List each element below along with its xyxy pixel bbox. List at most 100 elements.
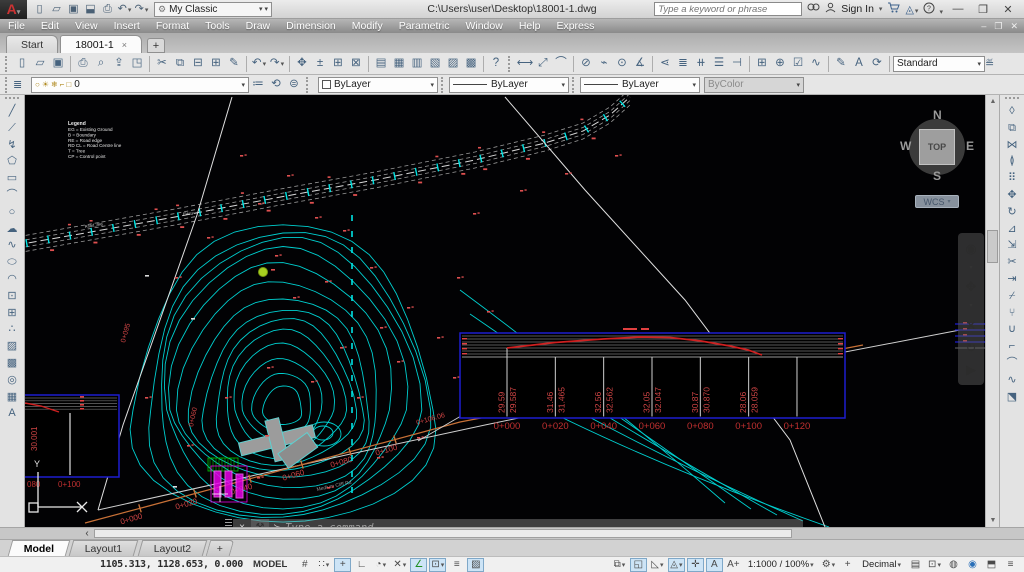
steering-wheel-icon[interactable]: ◉ xyxy=(965,242,976,255)
make-block-icon[interactable]: ⊞ xyxy=(3,305,22,322)
join-icon[interactable]: ∪ xyxy=(1003,321,1022,338)
quickcalc-icon[interactable]: ▩ xyxy=(462,55,480,72)
array-icon[interactable]: ⠿ xyxy=(1003,170,1022,187)
color-select[interactable]: ByLayer ▾ xyxy=(318,76,438,93)
scroll-up-icon[interactable]: ▲ xyxy=(986,95,1000,108)
insert-block-icon[interactable]: ⊡ xyxy=(3,288,22,305)
annotation-autoscale-icon[interactable]: A+ xyxy=(725,558,742,572)
scroll-left-icon[interactable]: ‹ xyxy=(80,528,94,539)
dim-jogged-icon[interactable]: ⌁ xyxy=(595,55,613,72)
dim-style-select[interactable]: Standard ▾ xyxy=(893,55,985,72)
vertical-scrollbar[interactable]: ▲ ▼ xyxy=(985,95,999,527)
revision-cloud-icon[interactable]: ☁ xyxy=(3,221,22,238)
clean-screen-icon[interactable]: ⬒ xyxy=(983,558,1000,572)
circle-icon[interactable]: ○ xyxy=(3,204,22,221)
break-at-point-icon[interactable]: ⌿ xyxy=(1003,288,1022,305)
linetype-select[interactable]: ByLayer ▾ xyxy=(449,76,569,93)
offset-icon[interactable]: ≬ xyxy=(1003,153,1022,170)
app-logo[interactable]: A▾ xyxy=(0,0,27,19)
tab-model[interactable]: Model xyxy=(7,540,71,556)
doc-minimize-button[interactable]: ‒ xyxy=(981,21,986,32)
layer-states-icon[interactable]: ⊜ xyxy=(285,76,303,93)
save-icon[interactable]: ▣ xyxy=(49,55,67,72)
menu-modify[interactable]: Modify xyxy=(344,20,391,32)
mtext-icon[interactable]: A xyxy=(3,405,22,422)
3d-object-snap-icon[interactable]: ◱ xyxy=(629,557,647,572)
close-button[interactable]: ✕ xyxy=(998,3,1018,16)
arc-icon[interactable]: ⌒ xyxy=(3,187,22,204)
trim-icon[interactable]: ✂ xyxy=(1003,254,1022,271)
tab-drawing[interactable]: 18001-1 × xyxy=(60,35,142,53)
match-properties-icon[interactable]: ✎ xyxy=(225,55,243,72)
plot-icon[interactable]: ⎙ xyxy=(74,55,92,72)
menu-view[interactable]: View xyxy=(67,20,106,32)
command-grip[interactable] xyxy=(225,519,232,527)
line-icon[interactable]: ╱ xyxy=(3,103,22,120)
chamfer-icon[interactable]: ⌐ xyxy=(1003,338,1022,355)
properties-icon[interactable]: ▤ xyxy=(372,55,390,72)
workspace-switching-icon[interactable]: ⚙ xyxy=(820,558,837,572)
menu-edit[interactable]: Edit xyxy=(33,20,67,32)
tab-start[interactable]: Start xyxy=(6,35,59,53)
tool-palettes-icon[interactable]: ▥ xyxy=(408,55,426,72)
dim-quick-icon[interactable]: ⋖ xyxy=(656,55,674,72)
menu-tools[interactable]: Tools xyxy=(197,20,238,32)
redo-icon[interactable]: ↷ xyxy=(268,55,286,72)
plot-icon[interactable]: ⎙ xyxy=(99,2,116,17)
wcs-button[interactable]: WCS xyxy=(915,195,959,208)
copy-icon[interactable]: ⧉ xyxy=(1003,120,1022,137)
undo-icon[interactable]: ↶ xyxy=(250,55,268,72)
command-close-icon[interactable]: × xyxy=(233,519,251,527)
dynamic-input-icon[interactable]: + xyxy=(334,557,352,572)
doc-restore-button[interactable]: ❐ xyxy=(994,21,1002,32)
viewcube-south[interactable]: S xyxy=(933,169,941,183)
horizontal-scrollbar[interactable]: ‹ xyxy=(0,527,1024,539)
dim-edit-icon[interactable]: ✎ xyxy=(832,55,850,72)
qnew-icon[interactable]: ▯ xyxy=(13,55,31,72)
gizmo-icon[interactable]: ✛ xyxy=(686,557,704,572)
dim-text-edit-icon[interactable]: A xyxy=(850,55,868,72)
explode-icon[interactable]: ⬔ xyxy=(1003,389,1022,406)
polyline-icon[interactable]: ↯ xyxy=(3,137,22,154)
minimize-button[interactable]: — xyxy=(948,3,968,15)
showmotion-icon[interactable]: ▶ xyxy=(966,363,976,376)
orbit-icon[interactable]: ↻ xyxy=(966,341,977,354)
tab-layout2[interactable]: Layout2 xyxy=(137,540,208,556)
menu-parametric[interactable]: Parametric xyxy=(391,20,458,32)
fillet-icon[interactable]: ⌒ xyxy=(1003,355,1022,372)
dim-jogline-icon[interactable]: ∿ xyxy=(807,55,825,72)
layer-properties-icon[interactable]: ≣ xyxy=(13,78,31,91)
dim-diameter-icon[interactable]: ⊙ xyxy=(613,55,631,72)
dim-angular-icon[interactable]: ∡ xyxy=(631,55,649,72)
viewcube-top-face[interactable]: TOP xyxy=(919,129,955,165)
table-icon[interactable]: ▦ xyxy=(3,389,22,406)
paste-icon[interactable]: ⊟ xyxy=(189,55,207,72)
workspace-select[interactable]: ⚙ My Classic ▾ ▾ xyxy=(154,1,272,17)
sign-in-caret-icon[interactable]: ▾ xyxy=(879,5,883,13)
etransmit-icon[interactable]: ◳ xyxy=(128,55,146,72)
a360-icon[interactable]: ◬ xyxy=(905,3,918,16)
help-icon[interactable]: ? xyxy=(487,55,505,72)
menu-express[interactable]: Express xyxy=(548,20,602,32)
units-label[interactable]: Decimal xyxy=(858,558,905,572)
lock-ui-icon[interactable]: ⊡ xyxy=(926,558,943,572)
plot-preview-icon[interactable]: ⌕ xyxy=(92,55,110,72)
viewcube[interactable]: N S W E TOP xyxy=(900,108,974,183)
open-icon[interactable]: ▱ xyxy=(48,2,65,17)
zoom-icon[interactable]: ✕ xyxy=(966,319,977,332)
zoom-window-icon[interactable]: ⊞ xyxy=(329,55,347,72)
new-layout-button[interactable]: + xyxy=(205,540,235,556)
sign-in-button[interactable]: Sign In xyxy=(841,3,874,15)
selection-filtering-icon[interactable]: ◬ xyxy=(667,557,685,572)
viewcube-west[interactable]: W xyxy=(900,139,911,153)
isodraft-icon[interactable]: ✕ xyxy=(391,558,408,572)
rotate-icon[interactable]: ↻ xyxy=(1003,204,1022,221)
construction-line-icon[interactable]: ⟋ xyxy=(3,120,22,137)
publish-icon[interactable]: ⇪ xyxy=(110,55,128,72)
annotation-visibility-icon[interactable]: A xyxy=(705,557,723,572)
snap-mode-icon[interactable]: ∷ xyxy=(315,558,332,572)
extend-icon[interactable]: ⇥ xyxy=(1003,271,1022,288)
dim-aligned-icon[interactable]: ⤢ xyxy=(534,55,552,72)
customization-icon[interactable]: ≡ xyxy=(1002,558,1019,572)
dim-space-icon[interactable]: ☰ xyxy=(710,55,728,72)
